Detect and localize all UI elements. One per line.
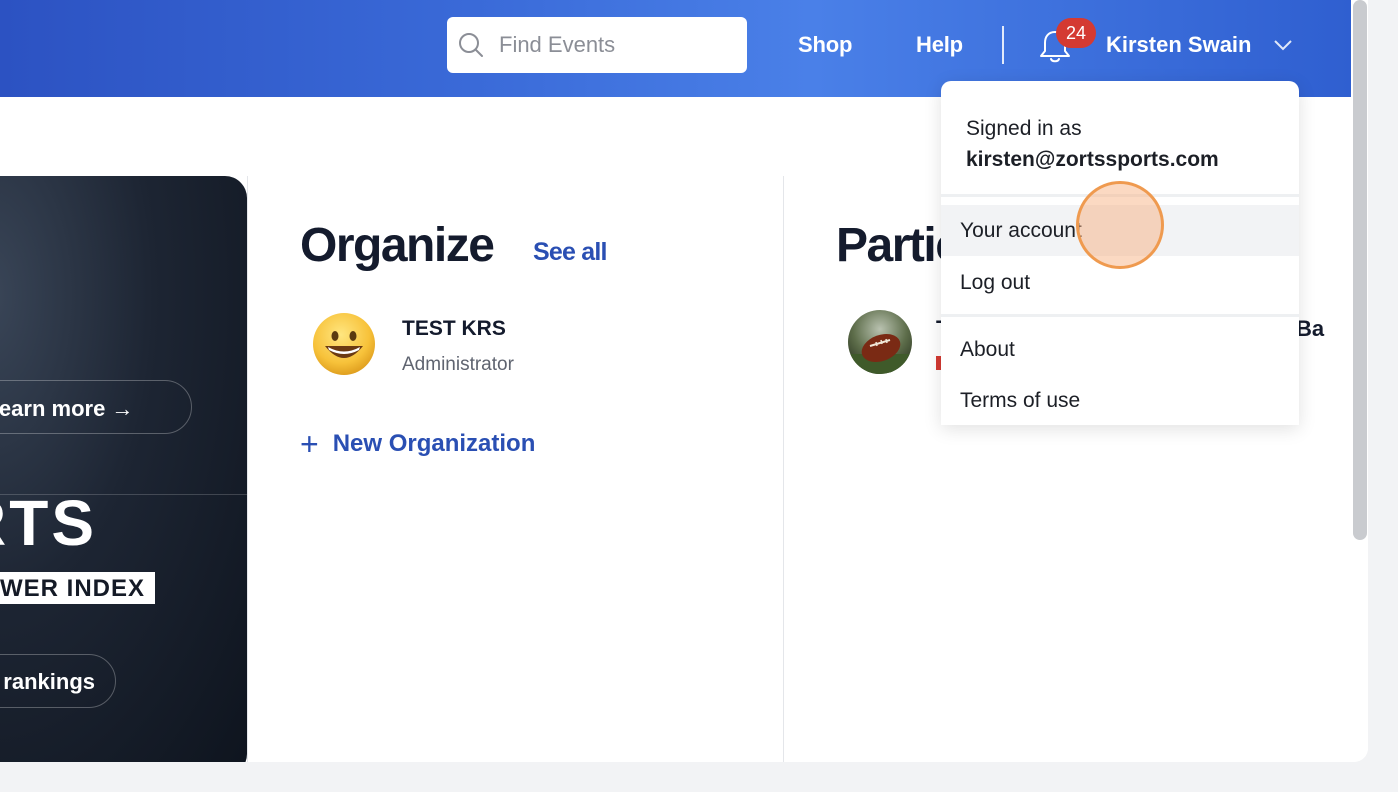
- search-icon: [459, 33, 483, 57]
- app-frame: Shop Help 24 Kirsten Swain e! Learn more…: [0, 0, 1368, 762]
- scrollbar-thumb[interactable]: [1353, 0, 1367, 540]
- notification-badge: 24: [1056, 18, 1096, 48]
- organization-role: Administrator: [402, 354, 514, 375]
- rankings-button[interactable]: rankings: [0, 654, 116, 708]
- help-link[interactable]: Help: [916, 32, 963, 58]
- log-out-menu-item[interactable]: Log out: [941, 257, 1299, 308]
- new-organization-label: New Organization: [332, 430, 536, 457]
- organize-title: Organize: [300, 219, 495, 272]
- search-input[interactable]: [497, 31, 727, 59]
- power-index-promo-card: e! Learn more → RTS WER INDEX rankings: [0, 176, 247, 762]
- signed-in-label: Signed in as: [966, 117, 1082, 140]
- brand-logo-text: RTS: [0, 487, 97, 559]
- learn-more-label: Learn more →: [0, 396, 134, 421]
- about-menu-item[interactable]: About: [941, 324, 1299, 375]
- dropdown-lower-panel: [925, 424, 1305, 576]
- plus-icon: +: [300, 426, 319, 462]
- power-index-label: WER INDEX: [0, 572, 155, 604]
- search-box[interactable]: [447, 17, 747, 73]
- column-divider: [247, 176, 248, 762]
- column-divider: [783, 176, 784, 762]
- participation-name-end: Ba: [1296, 316, 1325, 341]
- terms-of-use-menu-item[interactable]: Terms of use: [941, 375, 1299, 425]
- learn-more-button[interactable]: e! Learn more →: [0, 380, 192, 434]
- dropdown-divider: [941, 314, 1299, 317]
- dropdown-divider: [941, 194, 1299, 197]
- see-all-link[interactable]: See all: [533, 238, 607, 267]
- nav-divider: [1002, 26, 1004, 64]
- chevron-down-icon[interactable]: [1272, 36, 1294, 54]
- user-dropdown-menu: Signed in as kirsten@zortssports.com You…: [941, 81, 1299, 425]
- new-organization-button[interactable]: + New Organization: [300, 426, 536, 462]
- signed-in-email: kirsten@zortssports.com: [966, 148, 1219, 171]
- your-account-menu-item[interactable]: Your account: [941, 205, 1299, 256]
- smiley-avatar-icon: [313, 313, 375, 375]
- user-menu-button[interactable]: Kirsten Swain: [1106, 32, 1251, 58]
- shop-link[interactable]: Shop: [798, 32, 852, 58]
- organization-name[interactable]: TEST KRS: [402, 317, 506, 341]
- page-scrollbar[interactable]: [1351, 0, 1368, 762]
- football-avatar-icon: [848, 310, 912, 374]
